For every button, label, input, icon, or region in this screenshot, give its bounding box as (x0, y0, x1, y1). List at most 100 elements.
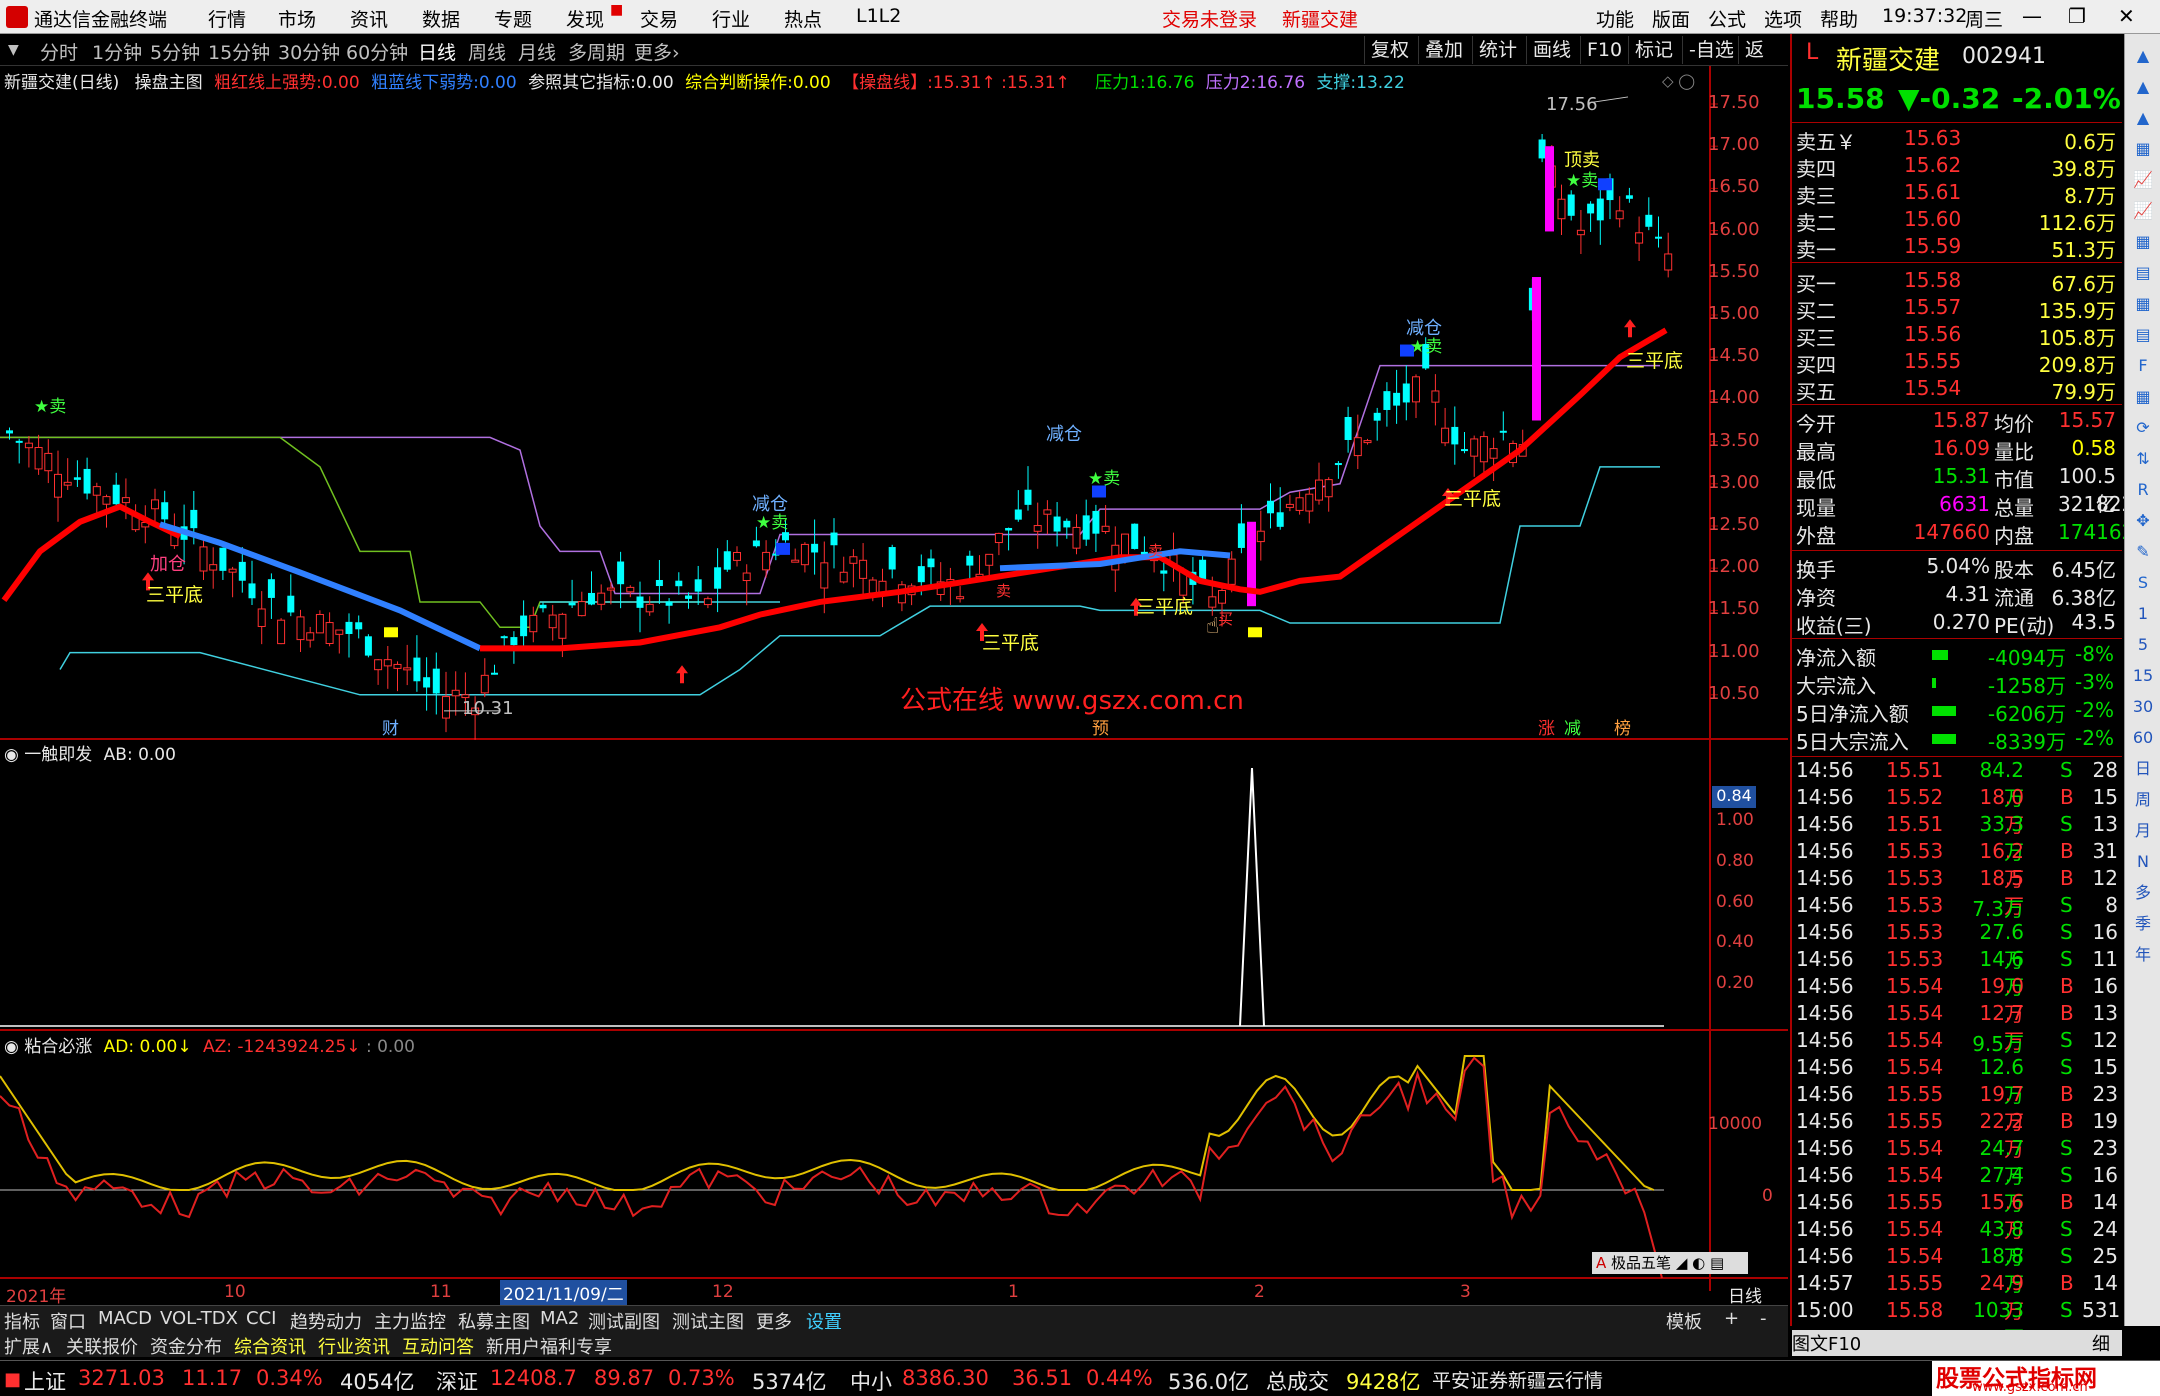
period-1min[interactable]: 1分钟 (92, 38, 142, 65)
quote-tab-f10[interactable]: 图文F10 (1792, 1330, 1861, 1356)
status-sh-label[interactable]: 上证 (24, 1366, 66, 1396)
legend-indicator-name[interactable]: 操盘主图 (135, 73, 203, 93)
tab-newuser[interactable]: 新用户福利专享 (486, 1333, 612, 1359)
tab-ma2[interactable]: MA2 (540, 1308, 579, 1329)
menu-item-jiaoyi[interactable]: 交易 (640, 5, 678, 32)
period-daily[interactable]: 日线 (418, 38, 456, 65)
event-cai-icon[interactable]: 财 (382, 714, 399, 739)
table-icon[interactable]: ▦ (2131, 137, 2155, 161)
period-5-button[interactable]: 5 (2131, 633, 2155, 657)
tab-hudong[interactable]: 互动问答 (402, 1333, 474, 1359)
quote-tab-detail[interactable]: 细 (2092, 1330, 2110, 1356)
chart-icon[interactable]: 📈 (2131, 199, 2155, 223)
menu-item-redian[interactable]: 热点 (784, 5, 822, 32)
tab-hangye[interactable]: 行业资讯 (318, 1333, 390, 1359)
restore-icon[interactable]: ❐ (2068, 4, 2086, 28)
tab-add[interactable]: + (1724, 1308, 1739, 1329)
period-月-button[interactable]: 月 (2131, 819, 2155, 843)
table-icon[interactable]: ▦ (2131, 230, 2155, 254)
sub2-title[interactable]: 粘合必涨 (24, 1037, 92, 1057)
menu-item-hangqing[interactable]: 行情 (208, 5, 246, 32)
menu-item-gongneng[interactable]: 功能 (1596, 5, 1634, 32)
btn-zixuan[interactable]: -自选 (1682, 36, 1740, 64)
period-multi[interactable]: 多周期 (568, 38, 625, 65)
up-icon[interactable]: ▲ (2131, 44, 2155, 68)
tab-zijin[interactable]: 资金分布 (150, 1333, 222, 1359)
up-icon[interactable]: ▲ (2131, 75, 2155, 99)
btn-diejia[interactable]: 叠加 (1418, 36, 1469, 64)
tab-cci[interactable]: CCI (246, 1308, 276, 1329)
status-zx-label[interactable]: 中小 (850, 1366, 892, 1396)
period-多-button[interactable]: 多 (2131, 881, 2155, 905)
menu-item-zixun[interactable]: 资讯 (350, 5, 388, 32)
move-icon[interactable]: ✥ (2131, 509, 2155, 533)
legend-settings-icons[interactable]: ◇ ◯ (1662, 72, 1695, 90)
ime-box[interactable]: A 极品五笔 ◢ ◐ ▤ (1592, 1252, 1748, 1274)
btn-fanhui[interactable]: 返回 (1738, 36, 1788, 89)
event-yu-icon[interactable]: 预 (1092, 714, 1109, 739)
period-monthly[interactable]: 月线 (518, 38, 556, 65)
period-60-button[interactable]: 60 (2131, 726, 2155, 750)
period-日-button[interactable]: 日 (2131, 757, 2155, 781)
sub1-collapse-icon[interactable]: ◉ (4, 745, 19, 765)
menu-item-hangye[interactable]: 行业 (712, 5, 750, 32)
period-15-button[interactable]: 15 (2131, 664, 2155, 688)
btn-huaxian[interactable]: 画线 (1526, 36, 1577, 64)
kline-chart-svg[interactable] (0, 66, 1788, 1291)
trade-status[interactable]: 交易未登录 (1162, 5, 1257, 32)
btn-fuquan[interactable]: 复权 (1364, 36, 1415, 64)
tab-vol-tdx[interactable]: VOL-TDX (160, 1308, 238, 1329)
menu-item-bangzhu[interactable]: 帮助 (1820, 5, 1858, 32)
period-30-button[interactable]: 30 (2131, 695, 2155, 719)
btn-tongji[interactable]: 统计 (1472, 36, 1523, 64)
period-周-button[interactable]: 周 (2131, 788, 2155, 812)
sub2-collapse-icon[interactable]: ◉ (4, 1037, 19, 1057)
refresh-icon[interactable]: ⟳ (2131, 416, 2155, 440)
kline-chart-area[interactable]: 新疆交建(日线) 操盘主图 粗红线上强势:0.00 粗蓝线下弱势:0.00 参照… (0, 66, 1788, 1307)
period-30min[interactable]: 30分钟 (278, 38, 340, 65)
pen-icon[interactable]: ✎ (2131, 540, 2155, 564)
event-jian-icon[interactable]: 减 (1564, 714, 1581, 739)
doc-icon[interactable]: ▤ (2131, 323, 2155, 347)
close-icon[interactable]: ✕ (2118, 4, 2135, 28)
event-zhang-icon[interactable]: 涨 (1538, 714, 1555, 739)
sort-icon[interactable]: ⇅ (2131, 447, 2155, 471)
table-icon[interactable]: ▦ (2131, 385, 2155, 409)
period-N-button[interactable]: N (2131, 850, 2155, 874)
up-icon[interactable]: ▲ (2131, 106, 2155, 130)
menu-item-shichang[interactable]: 市场 (278, 5, 316, 32)
sub1-title[interactable]: 一触即发 (24, 745, 92, 765)
doc-icon[interactable]: ▤ (2131, 261, 2155, 285)
tab-macd[interactable]: MACD (98, 1308, 152, 1329)
tab-zonghe[interactable]: 综合资讯 (234, 1333, 306, 1359)
tab-extend[interactable]: 扩展∧ (4, 1333, 53, 1359)
period-more[interactable]: 更多› (634, 38, 680, 65)
status-sz-label[interactable]: 深证 (436, 1366, 478, 1396)
event-bang-icon[interactable]: 榜 (1614, 714, 1631, 739)
menu-item-shuju[interactable]: 数据 (422, 5, 460, 32)
period-60min[interactable]: 60分钟 (346, 38, 408, 65)
minimize-icon[interactable]: — (2022, 4, 2042, 28)
period-年-button[interactable]: 年 (2131, 943, 2155, 967)
btn-biaoji[interactable]: 标记 (1628, 36, 1679, 64)
menu-item-faxian[interactable]: 发现 (566, 5, 604, 32)
chart-icon[interactable]: 📈 (2131, 168, 2155, 192)
rsi-icon[interactable]: R (2131, 478, 2155, 502)
fs-icon[interactable]: S (2131, 571, 2155, 595)
tab-remove[interactable]: - (1760, 1308, 1767, 1329)
f10-icon[interactable]: F (2131, 354, 2155, 378)
btn-f10[interactable]: F10 (1580, 36, 1628, 64)
table-icon[interactable]: ▦ (2131, 292, 2155, 316)
period-季-button[interactable]: 季 (2131, 912, 2155, 936)
menu-item-xuanxiang[interactable]: 选项 (1764, 5, 1802, 32)
menu-item-banmian[interactable]: 版面 (1652, 5, 1690, 32)
period-1-button[interactable]: 1 (2131, 602, 2155, 626)
period-15min[interactable]: 15分钟 (208, 38, 270, 65)
tab-guanlian[interactable]: 关联报价 (66, 1333, 138, 1359)
menu-item-gongshi[interactable]: 公式 (1708, 5, 1746, 32)
period-5min[interactable]: 5分钟 (150, 38, 200, 65)
menu-item-zhuanti[interactable]: 专题 (494, 5, 532, 32)
menu-item-l1l2[interactable]: L1L2 (856, 5, 901, 27)
period-weekly[interactable]: 周线 (468, 38, 506, 65)
collapse-icon[interactable]: ▼ (8, 42, 19, 58)
